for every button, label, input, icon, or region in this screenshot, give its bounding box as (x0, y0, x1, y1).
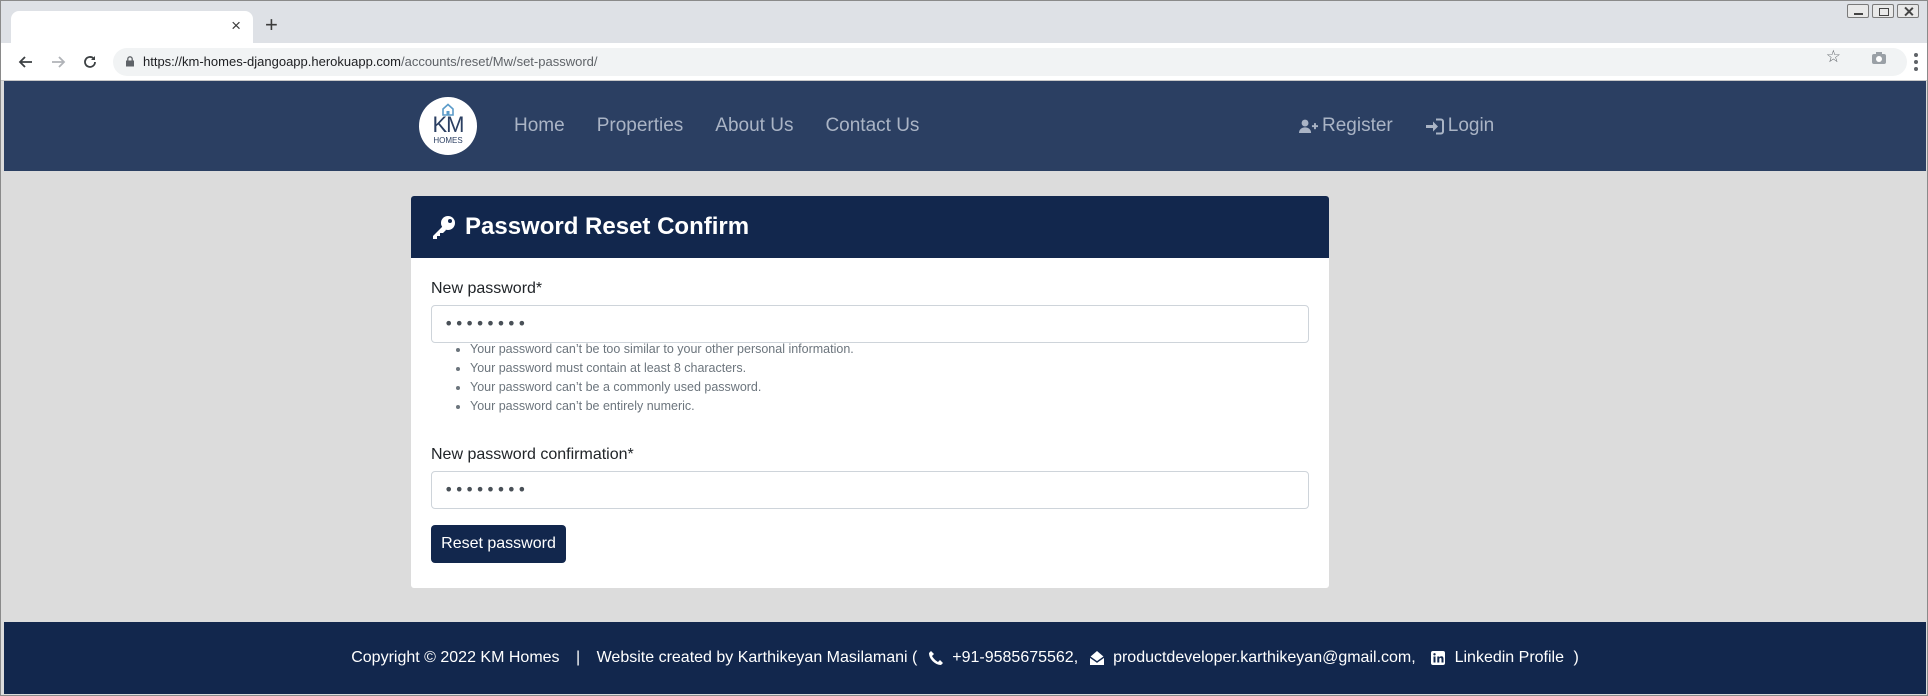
new-password-label: New password* (431, 280, 543, 297)
login-link[interactable]: Login (1425, 115, 1495, 137)
confirm-password-input[interactable]: •••••••• (431, 471, 1309, 509)
tab-strip: × + (1, 1, 1927, 43)
login-label: Login (1447, 115, 1495, 136)
nav-about-us[interactable]: About Us (715, 115, 793, 137)
lock-icon (126, 56, 134, 67)
back-icon[interactable] (15, 51, 37, 73)
password-reset-card: Password Reset Confirm New password* •••… (411, 196, 1329, 588)
bookmark-star-icon[interactable]: ☆ (1826, 48, 1841, 66)
main-nav: Home Properties About Us Contact Us (514, 115, 919, 137)
camera-icon[interactable] (1871, 51, 1887, 65)
minimize-icon[interactable] (1847, 4, 1869, 18)
envelope-open-icon (1089, 651, 1105, 665)
footer-phone[interactable]: +91-9585675562, (952, 648, 1078, 668)
window-controls (1847, 4, 1919, 18)
card-header: Password Reset Confirm (411, 196, 1329, 258)
forward-icon[interactable] (47, 51, 69, 73)
browser-tab[interactable]: × (11, 11, 253, 43)
browser-window: × + https://km-homes-djangoapp.herokuapp… (0, 0, 1928, 696)
confirm-password-label: New password confirmation* (431, 446, 634, 463)
new-password-input[interactable]: •••••••• (431, 305, 1309, 343)
phone-icon (928, 651, 943, 665)
auth-nav: Register Login (1299, 115, 1494, 137)
register-link[interactable]: Register (1299, 115, 1393, 137)
site-footer: Copyright © 2022 KM Homes | Website crea… (4, 622, 1926, 694)
logo-subtext: HOMES (433, 136, 463, 145)
window-close-icon[interactable] (1897, 4, 1919, 18)
url-text: https://km-homes-djangoapp.herokuapp.com… (143, 54, 598, 70)
key-icon (433, 216, 455, 239)
help-item: Your password can’t be too similar to yo… (470, 340, 854, 359)
footer-separator: | (576, 649, 581, 666)
password-help-list: Your password can’t be too similar to yo… (470, 340, 854, 416)
footer-copyright: Copyright © 2022 KM Homes (351, 649, 560, 666)
logo-text: KM (432, 112, 465, 137)
nav-contact-us[interactable]: Contact Us (825, 115, 919, 137)
footer-linkedin[interactable]: Linkedin Profile (1455, 648, 1564, 668)
url-host: https://km-homes-djangoapp.herokuapp.com (143, 54, 401, 69)
reload-icon[interactable] (79, 51, 101, 73)
help-item: Your password must contain at least 8 ch… (470, 359, 854, 378)
card-title: Password Reset Confirm (465, 213, 750, 240)
site-logo[interactable]: KM HOMES (419, 97, 477, 155)
browser-toolbar: https://km-homes-djangoapp.herokuapp.com… (1, 43, 1927, 81)
footer-credit: Website created by Karthikeyan Masilaman… (596, 649, 918, 666)
footer-email[interactable]: productdeveloper.karthikeyan@gmail.com, (1113, 648, 1416, 668)
sign-in-icon (1425, 118, 1444, 134)
new-tab-icon[interactable]: + (265, 14, 278, 36)
browser-menu-icon[interactable] (1913, 51, 1919, 73)
web-page: KM HOMES Home Properties About Us Contac… (4, 81, 1926, 694)
address-bar[interactable]: https://km-homes-djangoapp.herokuapp.com… (113, 48, 1907, 76)
nav-home[interactable]: Home (514, 115, 565, 137)
linkedin-icon (1431, 651, 1446, 665)
maximize-icon[interactable] (1872, 4, 1894, 18)
site-navbar: KM HOMES Home Properties About Us Contac… (4, 81, 1926, 171)
tab-close-icon[interactable]: × (231, 17, 241, 35)
footer-close-paren: ) (1573, 649, 1579, 666)
footer-line: Copyright © 2022 KM Homes | Website crea… (4, 648, 1926, 668)
url-path: /accounts/reset/Mw/set-password/ (400, 54, 598, 69)
help-item: Your password can’t be entirely numeric. (470, 397, 854, 416)
nav-properties[interactable]: Properties (597, 115, 684, 137)
user-plus-icon (1299, 119, 1318, 133)
register-label: Register (1322, 115, 1393, 136)
reset-password-button[interactable]: Reset password (431, 525, 566, 563)
help-item: Your password can’t be a commonly used p… (470, 378, 854, 397)
